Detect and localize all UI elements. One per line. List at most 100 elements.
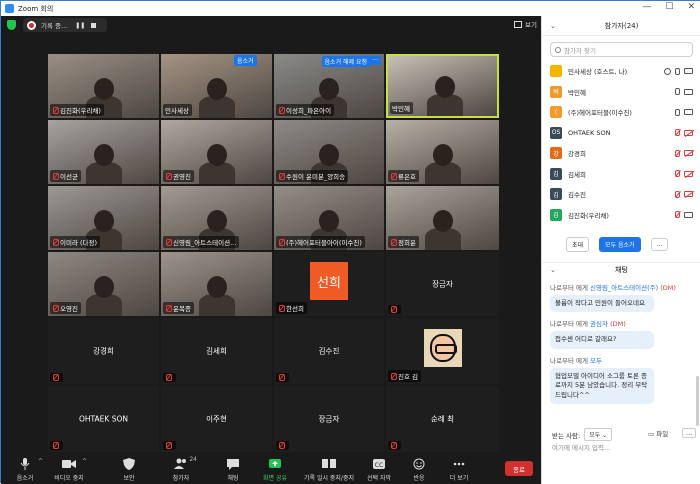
participant-name: 순례 최 (430, 414, 455, 424)
invite-button[interactable]: 초대 (566, 237, 590, 252)
video-tile[interactable]: 순례 최 (386, 386, 499, 452)
muted-mic-icon (52, 442, 59, 449)
muted-mic-icon (278, 172, 285, 180)
video-tile[interactable]: 이주현 (161, 386, 272, 452)
video-camera-icon[interactable] (684, 211, 693, 218)
view-button[interactable]: 보기 (514, 19, 537, 29)
video-tile[interactable]: 오영진 (48, 252, 159, 316)
video-tile[interactable]: 정희윤 (386, 186, 499, 250)
video-tile[interactable]: 이미라 (다정) (48, 186, 159, 250)
close-button[interactable]: ✕ (687, 2, 695, 12)
participant-row[interactable]: 강 강경희 (546, 143, 697, 164)
share-screen-button[interactable]: 화면 공유 (255, 458, 295, 482)
stop-video-button[interactable]: 비디오 중지 ^ (49, 458, 89, 482)
video-off-icon[interactable] (684, 150, 693, 157)
caption-label: 선택 자막 (367, 475, 391, 482)
participant-name: OHTAEK SON (79, 414, 128, 424)
video-tile[interactable]: 윤복종 (161, 252, 272, 316)
mute-all-button[interactable]: 모두 음소거 (599, 237, 641, 252)
video-tile[interactable]: 음소거 해제 요청 ··· 이성희_파온아이 (274, 54, 384, 118)
microphone-icon[interactable] (675, 67, 680, 75)
video-tile[interactable]: 류은호 (386, 120, 499, 184)
security-shield-icon[interactable] (7, 20, 16, 30)
chevron-down-icon[interactable]: ⌄ (550, 22, 556, 30)
participants-button[interactable]: 참가자 24 (161, 456, 201, 482)
tile-options-button[interactable]: ··· (369, 56, 381, 65)
unmute-request-badge[interactable]: 음소거 해제 요청 (321, 56, 370, 67)
stop-recording-icon[interactable] (91, 22, 97, 28)
caption-button[interactable]: CC 선택 자막 (359, 458, 399, 482)
recipient-link[interactable]: 모두 (590, 357, 602, 365)
microphone-icon[interactable] (675, 108, 680, 116)
participant-row[interactable]: 민사세상 (호스트, 나) (546, 61, 697, 82)
video-tile[interactable]: 장금자 (274, 386, 384, 452)
muted-mic-icon (165, 172, 172, 180)
security-label: 보안 (123, 475, 135, 482)
participant-video (206, 144, 227, 166)
record-button[interactable]: 기록 일시 중지/중지 (303, 458, 355, 482)
send-to-select[interactable]: 모두 ⌄ (584, 428, 613, 441)
more-button[interactable]: 더 보기 (439, 458, 479, 482)
file-button[interactable]: ▭ 파일 (648, 428, 668, 438)
security-button[interactable]: 보안 (109, 458, 149, 482)
video-off-icon[interactable] (684, 170, 693, 177)
muted-mic-icon[interactable] (675, 149, 680, 157)
video-tile[interactable]: 진호 김 (386, 318, 499, 384)
tile-name-bar (163, 441, 176, 450)
mute-button[interactable]: 음소거 ^ (5, 458, 45, 482)
reactions-label: 반응 (413, 475, 425, 482)
video-camera-icon[interactable] (684, 68, 693, 75)
participant-search-input[interactable]: 참가자 찾기 (550, 42, 693, 57)
video-tile[interactable]: (주)헤어포터블아이(이수진) (274, 186, 384, 250)
chat-more-button[interactable]: ... (682, 428, 697, 438)
chat-message-input[interactable]: 여기에 메시지 입력... (552, 442, 610, 452)
mute-badge[interactable]: 음소거 (234, 55, 257, 66)
video-tile[interactable]: 선희 한선희 (274, 252, 384, 316)
participant-name: 김진화(우리채) (60, 107, 101, 115)
video-camera-icon[interactable] (684, 109, 693, 116)
pause-recording-icon[interactable]: ❚❚ (75, 22, 85, 29)
record-status-icon (664, 67, 671, 75)
video-off-icon[interactable] (684, 129, 693, 136)
participant-row[interactable]: 김 김진화(우리채) (546, 205, 697, 226)
participant-row[interactable]: 김 김수진 (546, 184, 697, 205)
record-icon (27, 20, 36, 30)
chevron-up-icon[interactable]: ^ (82, 458, 87, 465)
participant-row[interactable]: ((주)헤어포터블(이수진) (546, 102, 697, 123)
video-tile[interactable]: 강경희 (48, 318, 159, 384)
participant-name: 박민혜 (392, 105, 410, 113)
participant-row[interactable]: OS OHTAEK SON (546, 123, 697, 144)
muted-mic-icon[interactable] (675, 170, 680, 178)
video-tile[interactable]: 이선균 (48, 120, 159, 184)
chevron-down-icon[interactable]: ⌄ (550, 266, 556, 274)
chevron-up-icon[interactable]: ^ (38, 458, 43, 465)
reactions-button[interactable]: 반응 (399, 458, 439, 482)
video-tile[interactable]: OHTAEK SON (48, 386, 159, 452)
more-options-button[interactable]: ... (650, 238, 669, 251)
recipient-link[interactable]: 신영림_아트스테이션(주) (590, 284, 658, 292)
avatar (423, 329, 462, 368)
minimize-button[interactable]: — (642, 2, 651, 12)
video-tile[interactable]: 김진화(우리채) (48, 54, 159, 118)
chat-button[interactable]: 채팅 (213, 458, 253, 482)
muted-mic-icon[interactable] (675, 211, 680, 219)
muted-mic-icon[interactable] (675, 129, 680, 137)
chat-scrollbar[interactable] (696, 376, 699, 426)
end-meeting-button[interactable]: 종료 (505, 461, 533, 476)
video-tile[interactable]: 신영림_아트스테이션... (161, 186, 272, 250)
video-tile[interactable]: 장금자 (386, 252, 499, 316)
video-tile[interactable]: 김세희 (161, 318, 272, 384)
video-tile[interactable]: 김수진 (274, 318, 384, 384)
video-off-icon[interactable] (684, 191, 693, 198)
video-tile[interactable]: 권영진 (161, 120, 272, 184)
video-tile[interactable]: 수원이 윤미분_양희승 (274, 120, 384, 184)
participant-video (319, 144, 339, 166)
video-tile[interactable]: 박민혜 (386, 54, 499, 118)
participant-row[interactable]: 김 김세희 (546, 164, 697, 185)
recipient-link[interactable]: 권심자 (590, 320, 608, 328)
video-camera-icon[interactable] (684, 88, 693, 95)
muted-mic-icon[interactable] (675, 190, 680, 198)
maximize-button[interactable]: ☐ (665, 2, 673, 12)
participant-row[interactable]: 박 박민혜 (546, 82, 697, 103)
microphone-icon[interactable] (675, 88, 680, 96)
